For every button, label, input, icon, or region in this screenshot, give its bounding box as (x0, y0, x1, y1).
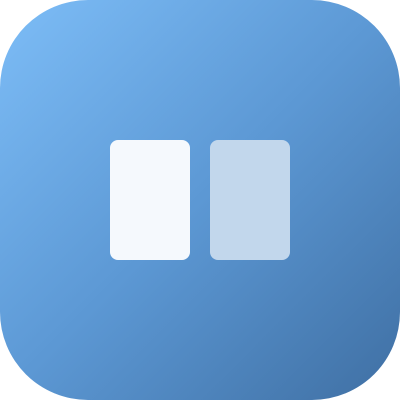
left-panel-icon (110, 140, 190, 260)
right-panel-icon (210, 140, 290, 260)
app-icon[interactable] (0, 0, 400, 400)
